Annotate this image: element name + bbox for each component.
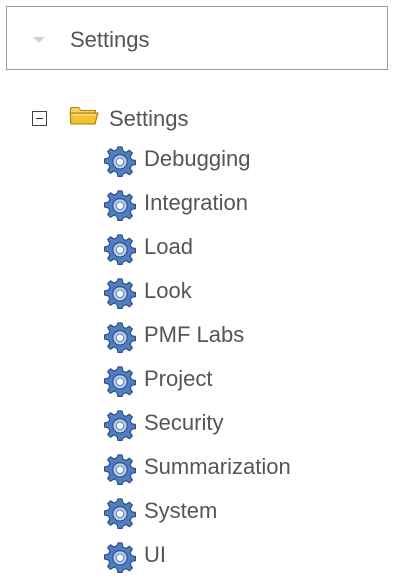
tree-item-integration[interactable]: Integration <box>104 190 291 234</box>
gear-icon <box>104 322 136 353</box>
tree-item-summarization[interactable]: Summarization <box>104 454 291 498</box>
gear-icon <box>104 146 136 177</box>
gear-icon <box>104 410 136 441</box>
gear-icon <box>104 234 136 265</box>
tree-item-ui[interactable]: UI <box>104 542 291 586</box>
gear-icon <box>104 278 136 309</box>
tree-item-label: Summarization <box>144 454 291 479</box>
tree-item-pmf-labs[interactable]: PMF Labs <box>104 322 291 366</box>
gear-icon <box>104 498 136 529</box>
tree-item-label: Integration <box>144 190 248 215</box>
tree-item-label: Look <box>144 278 192 303</box>
settings-items-list: Debugging Integration Load Look PMF Labs… <box>104 146 291 586</box>
tree-item-look[interactable]: Look <box>104 278 291 322</box>
tree-item-load[interactable]: Load <box>104 234 291 278</box>
tree-item-label: Debugging <box>144 146 251 171</box>
settings-header[interactable]: Settings <box>6 6 388 70</box>
tree-item-label: Security <box>144 410 224 435</box>
tree-root-label[interactable]: Settings <box>109 106 189 132</box>
folder-open-icon <box>69 107 99 125</box>
header-title: Settings <box>70 27 150 52</box>
collapse-toggle-icon[interactable] <box>32 111 47 126</box>
tree-item-security[interactable]: Security <box>104 410 291 454</box>
tree-item-debugging[interactable]: Debugging <box>104 146 291 190</box>
tree-item-label: Project <box>144 366 213 391</box>
tree-item-label: Load <box>144 234 193 259</box>
tree-item-project[interactable]: Project <box>104 366 291 410</box>
gear-icon <box>104 542 136 573</box>
caret-down-icon[interactable] <box>33 37 45 43</box>
tree-item-label: UI <box>144 542 166 567</box>
tree-item-label: System <box>144 498 218 523</box>
tree-item-system[interactable]: System <box>104 498 291 542</box>
gear-icon <box>104 366 136 397</box>
tree-item-label: PMF Labs <box>144 322 245 347</box>
gear-icon <box>104 454 136 485</box>
gear-icon <box>104 190 136 221</box>
